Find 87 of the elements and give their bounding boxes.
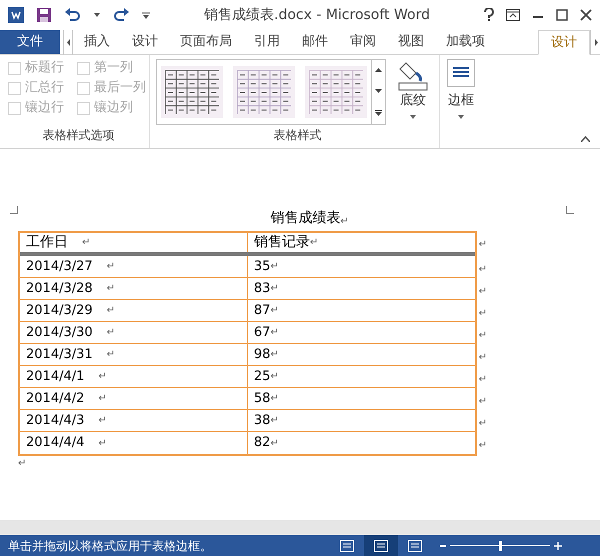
table-cell: 2014/4/3 ↵ — [20, 410, 248, 431]
table-cell-text: 38↵ — [252, 412, 280, 430]
end-of-row-mark: ↵ — [478, 328, 487, 342]
more-icon[interactable] — [375, 110, 382, 116]
table-cell: 2014/3/28 ↵ — [20, 278, 248, 299]
end-of-row-mark: ↵ — [478, 238, 487, 252]
table-cell-text: 98↵ — [252, 346, 280, 364]
group-label: 表格样式 — [274, 127, 322, 144]
table-grid-icon — [309, 70, 363, 114]
column-header: 销售记录↵ — [252, 233, 320, 252]
collapse-ribbon-icon[interactable] — [581, 136, 590, 142]
scroll-right-icon[interactable] — [590, 30, 600, 55]
ribbon-tab[interactable]: 文件 — [0, 30, 60, 54]
ribbon-tab[interactable]: 设计 — [538, 30, 590, 55]
group-label: 表格样式选项 — [42, 127, 114, 144]
table-cell: 2014/3/30 ↵ — [20, 322, 248, 343]
checkbox-label: 镶边行 — [25, 99, 64, 118]
ribbon-tab[interactable]: 页面布局 — [169, 30, 243, 54]
ribbon-tab[interactable]: 审阅 — [339, 30, 387, 54]
borders-icon — [447, 59, 475, 87]
borders-button[interactable]: 边框 — [446, 59, 476, 118]
table-cell-text: 82↵ — [252, 434, 280, 452]
end-of-row-mark: ↵ — [478, 438, 487, 452]
zoom-slider[interactable] — [450, 540, 550, 550]
redo-icon[interactable] — [112, 8, 130, 22]
word-logo-icon — [8, 7, 24, 23]
scroll-left-icon[interactable] — [63, 30, 73, 55]
zoom-in-icon[interactable] — [554, 542, 562, 550]
table-style-thumbnail[interactable] — [305, 66, 367, 118]
table-style-thumbnail[interactable] — [161, 66, 223, 118]
caret-icon — [458, 114, 464, 118]
end-of-row-mark: ↵ — [478, 350, 487, 364]
paragraph-mark: ↵ — [18, 457, 28, 471]
view-button[interactable] — [364, 535, 398, 556]
table-cell: 2014/4/1 ↵ — [20, 366, 248, 387]
checkbox-label: 最后一列 — [94, 79, 146, 98]
table-cell-text: 83↵ — [252, 280, 280, 298]
end-of-row-mark: ↵ — [478, 306, 487, 320]
end-of-row-mark: ↵ — [478, 394, 487, 408]
ribbon-tab[interactable]: 引用 — [243, 30, 291, 54]
save-icon[interactable] — [36, 7, 52, 23]
checkbox-label: 第一列 — [94, 59, 133, 78]
maximize-icon[interactable] — [556, 9, 568, 21]
help-icon[interactable] — [484, 8, 494, 22]
close-icon[interactable] — [580, 9, 592, 21]
table-cell: 2014/3/31 ↵ — [20, 344, 248, 365]
checkbox-label: 镶边列 — [94, 99, 133, 118]
caret-icon — [410, 114, 416, 118]
ribbon-tab[interactable]: 加载项 — [435, 30, 496, 54]
ribbon-tab[interactable]: 邮件 — [291, 30, 339, 54]
table-cell-text: 87↵ — [252, 302, 280, 320]
ribbon-display-icon[interactable] — [506, 9, 520, 21]
dropdown-caret-icon[interactable] — [94, 13, 100, 17]
table-cell-text: 35↵ — [252, 258, 280, 276]
web-layout-icon — [408, 540, 422, 552]
document-title: 销售成绩表 — [269, 209, 340, 228]
table-grid-icon — [165, 70, 219, 114]
column-header: 工作日 ↵ — [20, 233, 248, 252]
zoom-slider-thumb[interactable] — [498, 540, 502, 550]
window-title: 销售成绩表.docx - Microsoft Word — [204, 6, 430, 24]
table-cell-text: 67↵ — [252, 324, 280, 342]
ribbon-tab[interactable]: 视图 — [387, 30, 435, 54]
ribbon-tab[interactable]: 设计 — [121, 30, 169, 54]
table-style-thumbnail[interactable] — [233, 66, 295, 118]
print-layout-icon — [374, 540, 388, 552]
table-cell: 2014/3/29 ↵ — [20, 300, 248, 321]
table-cell: 2014/4/4 ↵ — [20, 432, 248, 454]
end-of-row-mark: ↵ — [478, 262, 487, 276]
ribbon-tab[interactable]: 插入 — [73, 30, 121, 54]
table-grid-icon — [237, 70, 291, 114]
table-cell-text: 58↵ — [252, 390, 280, 408]
checkbox-label: 标题行 — [25, 59, 64, 78]
table-cell-text: 25↵ — [252, 368, 280, 386]
table-cell: 2014/4/2 ↵ — [20, 388, 248, 409]
paragraph-mark: ↵ — [340, 215, 349, 229]
table-cell: 2014/3/27 ↵ — [20, 256, 248, 277]
checkbox-label: 汇总行 — [25, 79, 64, 98]
end-of-row-mark: ↵ — [478, 372, 487, 386]
customize-toolbar-icon[interactable] — [142, 12, 150, 18]
shading-button[interactable]: 底纹 — [396, 59, 430, 118]
scroll-up-icon[interactable] — [375, 68, 382, 72]
end-of-row-mark: ↵ — [478, 416, 487, 430]
status-message: 单击并拖动以将格式应用于表格边框。 — [8, 538, 213, 554]
scroll-down-icon[interactable] — [375, 88, 382, 93]
end-of-row-mark: ↵ — [478, 284, 487, 298]
read-mode-icon — [340, 540, 354, 552]
undo-icon[interactable] — [64, 8, 82, 22]
